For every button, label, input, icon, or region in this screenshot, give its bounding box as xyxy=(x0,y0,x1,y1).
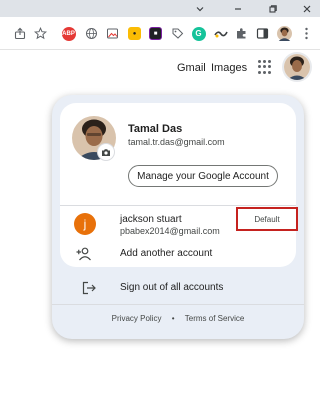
profile-icon[interactable] xyxy=(276,25,293,42)
divider xyxy=(52,304,304,305)
ext-icon[interactable] xyxy=(212,25,229,42)
other-account-email: pbabex2014@gmail.com xyxy=(120,226,220,236)
divider xyxy=(60,205,296,206)
account-avatar-button[interactable] xyxy=(284,54,310,80)
account-email: tamal.tr.das@gmail.com xyxy=(128,137,225,147)
other-account-avatar: j xyxy=(74,213,96,235)
apps-grid-icon[interactable] xyxy=(258,60,272,74)
close-icon[interactable] xyxy=(296,0,318,17)
account-menu-card: Tamal Das tamal.tr.das@gmail.com Manage … xyxy=(52,95,304,339)
puzzle-icon[interactable] xyxy=(233,25,250,42)
sidebar-icon[interactable] xyxy=(254,25,271,42)
other-account-name[interactable]: jackson stuart xyxy=(120,214,182,225)
bulb-icon[interactable]: ● xyxy=(126,25,143,42)
camera-icon[interactable] xyxy=(98,144,114,160)
images-link[interactable]: Images xyxy=(211,62,247,74)
manage-account-button[interactable]: Manage your Google Account xyxy=(128,165,278,187)
separator-dot: • xyxy=(171,314,175,323)
grammarly-icon[interactable]: G xyxy=(190,25,207,42)
add-account-label: Add another account xyxy=(120,248,213,259)
chevron-down-icon[interactable] xyxy=(189,0,211,17)
account-name: Tamal Das xyxy=(128,123,183,135)
menu-icon[interactable] xyxy=(298,25,315,42)
photo-icon[interactable] xyxy=(104,25,121,42)
sign-out-icon xyxy=(82,281,96,300)
star-icon[interactable] xyxy=(32,25,49,42)
tag-icon[interactable] xyxy=(169,25,186,42)
dark-reader-icon[interactable]: ■ xyxy=(147,25,164,42)
browser-titlebar xyxy=(0,0,320,17)
card-footer: Privacy Policy • Terms of Service xyxy=(52,314,304,323)
account-section: Tamal Das tamal.tr.das@gmail.com Manage … xyxy=(60,103,298,267)
restore-icon[interactable] xyxy=(262,0,284,17)
sign-out-row[interactable]: Sign out of all accounts xyxy=(52,273,304,303)
privacy-policy-link[interactable]: Privacy Policy xyxy=(112,314,162,323)
sign-out-label: Sign out of all accounts xyxy=(120,282,224,293)
gmail-link[interactable]: Gmail xyxy=(177,62,206,74)
share-icon[interactable] xyxy=(12,25,29,42)
browser-toolbar: ABP ● ■ G xyxy=(0,17,320,50)
google-header: Gmail Images xyxy=(0,50,320,86)
minimize-icon[interactable] xyxy=(227,0,249,17)
terms-of-service-link[interactable]: Terms of Service xyxy=(185,314,245,323)
default-badge-label: Default xyxy=(254,214,280,224)
globe-icon[interactable] xyxy=(83,25,100,42)
default-badge: Default xyxy=(236,207,298,231)
add-account-row[interactable]: Add another account xyxy=(60,241,296,267)
adblock-icon[interactable]: ABP xyxy=(60,25,77,42)
add-person-icon xyxy=(76,247,92,266)
